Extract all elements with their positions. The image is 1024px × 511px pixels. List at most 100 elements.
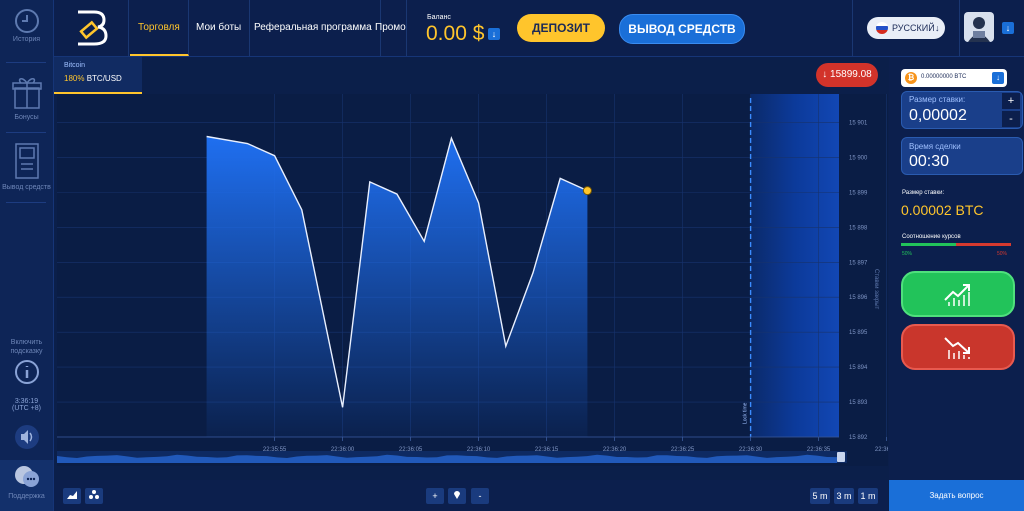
y-tick-label: 15 898	[849, 225, 868, 231]
asset-payout: 180%	[64, 74, 85, 83]
support-nav[interactable]: Поддержка	[0, 460, 53, 511]
stake-label: Размер ставки:	[909, 95, 966, 104]
nav-trading[interactable]: Торговля	[130, 0, 189, 56]
ratio-label: Соотношение курсов	[902, 234, 961, 240]
deposit-button[interactable]: ДЕПОЗИТ	[517, 14, 605, 42]
top-header: Торговля Мои боты Реферальная программа …	[54, 0, 1024, 57]
language-select[interactable]: РУССКИЙ ↓	[867, 17, 945, 39]
bonuses-label: Бонусы	[14, 114, 39, 121]
user-avatar-icon	[968, 17, 990, 42]
marker-button[interactable]	[448, 488, 466, 504]
clock-time: 3:36:19	[14, 398, 39, 405]
timeframe-3m-button[interactable]: 3 m	[834, 488, 854, 504]
area-chart-icon	[67, 491, 77, 499]
logo[interactable]	[54, 0, 129, 56]
sound-button[interactable]	[0, 424, 53, 452]
asset-name: Bitcoin	[64, 62, 86, 69]
price-down-arrow-icon: ↓	[822, 69, 828, 80]
history-icon	[14, 9, 39, 33]
trend-down-icon	[944, 337, 970, 359]
ratio-down: 50%	[997, 251, 1008, 257]
nav-referral[interactable]: Реферальная программа	[246, 0, 381, 56]
current-price-marker	[582, 186, 592, 196]
atm-icon	[14, 143, 39, 179]
language-chevron-icon: ↓	[935, 23, 940, 33]
balance-dropdown-icon[interactable]: ↓	[488, 28, 500, 40]
stake-plus-button[interactable]: +	[1002, 93, 1020, 109]
withdraw-nav[interactable]: Вывод средств	[0, 142, 53, 191]
stake-summary-value: 0.00002 BTC	[901, 202, 984, 218]
y-tick-label: 15 900	[849, 155, 868, 161]
y-tick-label: 15 897	[849, 260, 868, 266]
bitcoin-icon: ₿	[905, 72, 917, 84]
profile-dropdown-icon[interactable]: ↓	[1002, 22, 1014, 34]
chart-toolbar: + - 5 m 3 m 1 m	[54, 480, 888, 511]
y-tick-label: 15 894	[849, 365, 868, 371]
bonuses-nav[interactable]: Бонусы	[0, 74, 53, 121]
zoom-in-button[interactable]: +	[426, 488, 444, 504]
wallet-selector[interactable]: ₿ 0.00000000 BTC ↓	[901, 69, 1007, 87]
brand-logo-icon	[78, 10, 108, 46]
balance-value: 0.00 $	[426, 22, 485, 45]
buy-up-button[interactable]	[901, 271, 1015, 317]
wallet-dropdown-icon[interactable]: ↓	[992, 72, 1004, 84]
sound-hint-toggle[interactable]: Включить подсказку	[0, 338, 53, 387]
stake-value: 0,00002	[909, 107, 967, 124]
trend-up-icon	[944, 284, 970, 306]
russia-flag-icon	[876, 22, 888, 34]
zoom-out-button[interactable]: -	[471, 488, 489, 504]
balance-label: Баланс	[427, 14, 451, 21]
ratio-up: 50%	[902, 251, 913, 257]
timeframe-1m-button[interactable]: 1 m	[858, 488, 878, 504]
y-tick-label: 15 896	[849, 295, 868, 301]
duration-input[interactable]: Время сделки 00:30	[901, 137, 1023, 175]
chat-icon	[14, 466, 39, 487]
y-tick-label: 15 901	[849, 120, 868, 126]
buy-down-button[interactable]	[901, 324, 1015, 370]
location-pin-icon	[454, 491, 460, 499]
stake-summary-label: Размер ставки:	[902, 190, 945, 196]
y-tick-label: 15 892	[849, 435, 868, 441]
history-nav[interactable]: История	[0, 8, 53, 43]
timeframe-5m-button[interactable]: 5 m	[810, 488, 830, 504]
stake-minus-button[interactable]: -	[1002, 111, 1020, 127]
y-tick-label: 15 893	[849, 400, 868, 406]
support-label: Поддержка	[8, 493, 45, 500]
ratio-bar-up	[901, 243, 956, 246]
navigator-handle[interactable]	[837, 452, 845, 462]
lock-time-label: Lock time	[743, 402, 749, 424]
duration-value: 00:30	[909, 153, 950, 170]
y-tick-label: 15 895	[849, 330, 868, 336]
withdraw-label: Вывод средств	[2, 184, 51, 191]
language-label: РУССКИЙ	[892, 23, 935, 33]
info-icon	[14, 360, 39, 384]
wallet-balance: 0.00000000 BTC	[921, 74, 967, 80]
left-sidebar: История Бонусы Вывод средств Включить по…	[0, 0, 54, 511]
locked-time-zone	[750, 94, 839, 437]
duration-label: Время сделки	[909, 142, 961, 151]
gift-icon	[11, 78, 42, 109]
x-tick-label: 22:36:40	[875, 447, 888, 453]
chart-type-area-button[interactable]	[63, 488, 81, 504]
y-tick-label: 15 899	[849, 190, 868, 196]
stake-input[interactable]: Размер ставки: 0,00002 + -	[901, 91, 1023, 129]
withdraw-button[interactable]: ВЫВОД СРЕДСТВ	[619, 14, 745, 44]
nav-my-bots[interactable]: Мои боты	[188, 0, 251, 56]
indicators-button[interactable]	[85, 488, 103, 504]
asset-pair: BTC/USD	[86, 74, 122, 83]
price-chart[interactable]: 22:35:55 22:36:00 22:36:05 22:36:10 22:36:15…	[57, 94, 888, 466]
asset-tabbar: Bitcoin 180% BTC/USD ↓ 15899.08	[54, 57, 888, 94]
trade-panel: ₿ 0.00000000 BTC ↓ Размер ставки: 0,0000…	[889, 57, 1024, 511]
clock-timezone: (UTC +8)	[12, 405, 41, 412]
right-axis-title: Ставки закрыт	[873, 269, 879, 310]
ask-question-button[interactable]: Задать вопрос	[889, 480, 1024, 511]
history-label: История	[12, 36, 41, 43]
avatar[interactable]	[964, 12, 994, 42]
price-badge-value: 15899.08	[830, 69, 872, 80]
clock: 3:36:19 (UTC +8)	[0, 398, 53, 412]
indicators-icon	[89, 490, 99, 499]
speaker-icon	[14, 425, 39, 449]
sound-hint-label: Включить подсказку	[10, 339, 43, 355]
asset-tab[interactable]: Bitcoin 180% BTC/USD	[54, 57, 142, 94]
price-badge: ↓ 15899.08	[816, 63, 878, 87]
